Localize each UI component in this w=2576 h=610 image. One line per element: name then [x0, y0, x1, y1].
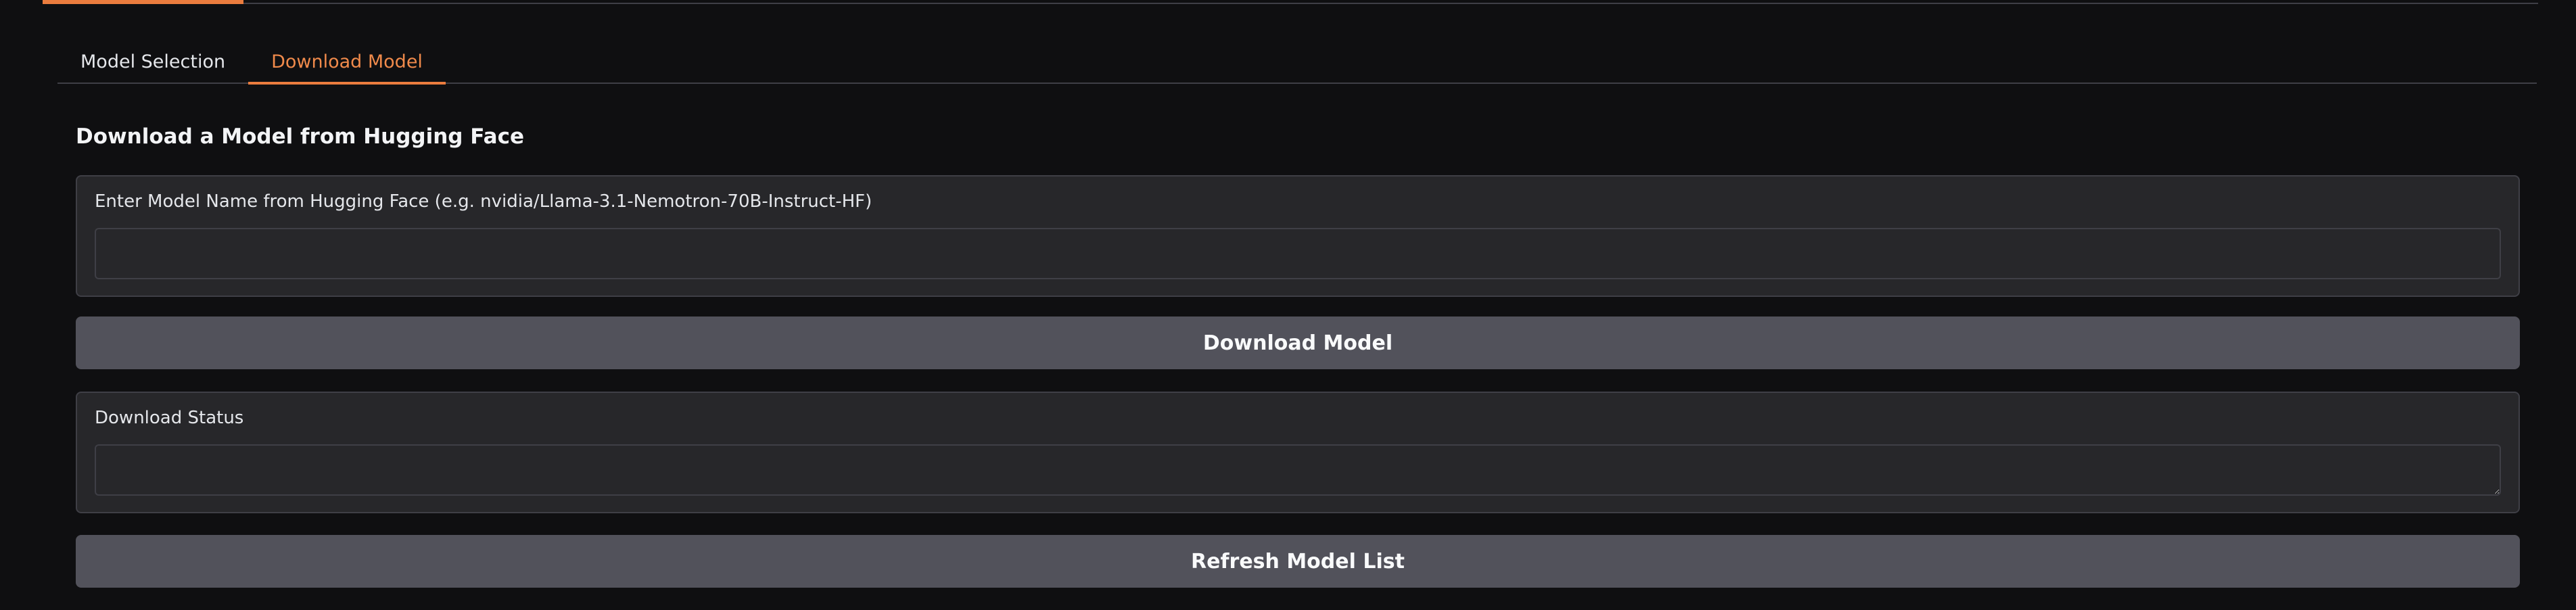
active-top-tab-underline [43, 0, 243, 4]
download-status-label: Download Status [95, 408, 244, 428]
download-status-panel: Download Status [76, 392, 2520, 513]
tab-bar: Model Selection Download Model [57, 42, 2537, 85]
model-name-input[interactable] [95, 228, 2501, 279]
tab-model-selection[interactable]: Model Selection [57, 42, 248, 83]
top-divider [43, 3, 2538, 4]
model-name-panel: Enter Model Name from Hugging Face (e.g.… [76, 175, 2520, 297]
model-name-label: Enter Model Name from Hugging Face (e.g.… [95, 191, 872, 212]
section-title: Download a Model from Hugging Face [76, 124, 524, 149]
download-status-output[interactable] [95, 444, 2501, 496]
refresh-model-list-button[interactable]: Refresh Model List [76, 535, 2520, 588]
download-model-button[interactable]: Download Model [76, 316, 2520, 369]
tab-download-model[interactable]: Download Model [248, 42, 446, 85]
top-tab-indicator [0, 0, 2576, 4]
